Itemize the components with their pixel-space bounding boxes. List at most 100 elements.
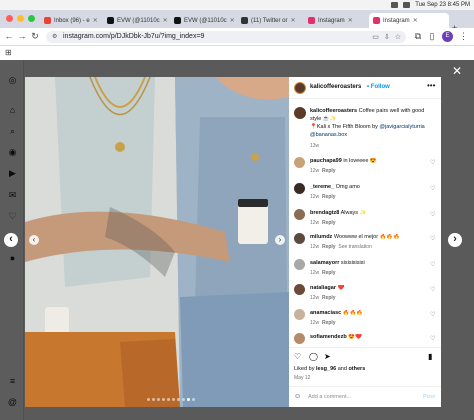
like-heart-icon[interactable]: ♡: [294, 352, 301, 361]
more-options-icon[interactable]: •••: [427, 81, 435, 90]
sidebar-toggle-icon[interactable]: ▯: [427, 31, 437, 42]
extensions-icon[interactable]: ⧉: [413, 31, 423, 42]
url-text[interactable]: instagram.com/p/DJkDbk-Jb7u/?img_index=9: [63, 33, 204, 40]
close-tab-icon[interactable]: ✕: [163, 17, 168, 24]
wifi-icon[interactable]: [391, 2, 399, 8]
comment-like-icon[interactable]: ♡: [430, 335, 435, 342]
caption-mention[interactable]: @javigarcialyturria: [379, 124, 424, 130]
comment-like-icon[interactable]: ♡: [430, 286, 435, 293]
close-tab-icon[interactable]: ✕: [348, 17, 353, 24]
address-bar[interactable]: ⚙ instagram.com/p/DJkDbk-Jb7u/?img_index…: [46, 31, 406, 43]
reply-button[interactable]: Reply: [322, 194, 336, 200]
close-tab-icon[interactable]: ✕: [230, 17, 235, 24]
commenter-avatar[interactable]: [294, 284, 305, 295]
apps-grid-icon[interactable]: ⊞: [5, 48, 12, 57]
liked-by-and: and: [336, 366, 349, 372]
reply-button[interactable]: Reply: [322, 320, 336, 326]
comment-time[interactable]: 12w: [310, 244, 319, 250]
comment-time[interactable]: 12w: [310, 270, 319, 276]
close-tab-icon[interactable]: ✕: [413, 17, 418, 24]
commenter-avatar[interactable]: [294, 309, 305, 320]
next-post-arrow-icon[interactable]: ›: [448, 233, 462, 247]
browser-tab[interactable]: Inbox (96) - e ✕: [40, 13, 102, 28]
commenter-username[interactable]: milumdz: [310, 234, 332, 240]
emoji-icon[interactable]: ☺: [294, 393, 301, 400]
caption-username[interactable]: kalicoffeeroasters: [310, 108, 357, 114]
site-info-icon[interactable]: ⚙: [52, 33, 57, 40]
previous-image-icon[interactable]: ‹: [29, 235, 39, 245]
comment-like-icon[interactable]: ♡: [430, 185, 435, 192]
post-comment-button[interactable]: Post: [423, 394, 435, 400]
forward-icon[interactable]: →: [17, 31, 27, 42]
menubar-datetime[interactable]: Tue Sep 23 8:45 PM: [415, 2, 470, 8]
battery-icon[interactable]: [403, 2, 411, 8]
commenter-avatar[interactable]: [294, 157, 305, 168]
commenter-username[interactable]: anamaciasc: [310, 310, 341, 316]
comment-like-icon[interactable]: ♡: [430, 211, 435, 218]
next-image-icon[interactable]: ›: [275, 235, 285, 245]
close-modal-icon[interactable]: ✕: [452, 64, 462, 78]
close-tab-icon[interactable]: ✕: [290, 17, 295, 24]
commenter-username[interactable]: brendagtz8: [310, 210, 339, 216]
minimize-window-button[interactable]: [17, 15, 24, 22]
commenter-avatar[interactable]: [294, 333, 305, 344]
bookmark-star-icon[interactable]: ☆: [395, 33, 401, 41]
caption-avatar[interactable]: [294, 107, 306, 119]
previous-post-arrow-icon[interactable]: ‹: [4, 233, 18, 247]
cast-icon[interactable]: ▭: [372, 33, 379, 41]
caption-mention[interactable]: @bananas.box: [310, 132, 347, 138]
share-icon[interactable]: ➤: [324, 352, 331, 361]
zoom-window-button[interactable]: [28, 15, 35, 22]
reply-button[interactable]: Reply: [322, 220, 336, 226]
comment-like-icon[interactable]: ♡: [430, 311, 435, 318]
see-translation-link[interactable]: See translation: [338, 244, 371, 250]
reload-icon[interactable]: ↻: [30, 31, 40, 42]
browser-tab[interactable]: EVW (@11010c ✕: [103, 13, 169, 28]
commenter-avatar[interactable]: [294, 233, 305, 244]
comment-text: brendagtz8 Always ✨: [310, 210, 420, 216]
browser-tab[interactable]: Instagram ✕: [304, 13, 368, 28]
comment-time[interactable]: 12w: [310, 295, 319, 301]
post-image[interactable]: ‹ ›: [25, 77, 289, 407]
reply-button[interactable]: Reply: [322, 244, 336, 250]
comment-like-icon[interactable]: ♡: [430, 261, 435, 268]
commenter-username[interactable]: nataliagar: [310, 285, 336, 291]
save-bookmark-icon[interactable]: ▮: [428, 352, 432, 361]
liked-by-user[interactable]: lesg_96: [316, 366, 336, 372]
comment-time[interactable]: 12w: [310, 220, 319, 226]
browser-menu-icon[interactable]: ⋮: [459, 31, 468, 42]
caption-time[interactable]: 13w: [310, 143, 319, 149]
author-avatar[interactable]: [294, 82, 306, 94]
commenter-username[interactable]: _tereme_: [310, 184, 334, 190]
profile-avatar[interactable]: E: [442, 31, 453, 42]
browser-tab-active[interactable]: Instagram ✕: [369, 13, 449, 28]
close-tab-icon[interactable]: ✕: [93, 17, 98, 24]
commenter-avatar[interactable]: [294, 183, 305, 194]
comment-like-icon[interactable]: ♡: [430, 235, 435, 242]
close-window-button[interactable]: [6, 15, 13, 22]
back-icon[interactable]: ←: [4, 31, 14, 42]
browser-tab[interactable]: EVW (@11010c ✕: [170, 13, 236, 28]
follow-button[interactable]: • Follow: [367, 84, 390, 90]
liked-by-others[interactable]: others: [348, 366, 365, 372]
reply-button[interactable]: Reply: [322, 168, 336, 174]
comment-time[interactable]: 12w: [310, 194, 319, 200]
comment-input[interactable]: Add a comment...: [308, 394, 351, 400]
commenter-avatar[interactable]: [294, 259, 305, 270]
download-icon[interactable]: ⇩: [384, 33, 390, 41]
comment-icon[interactable]: ◯: [309, 352, 318, 361]
comment-like-icon[interactable]: ♡: [430, 159, 435, 166]
comment-body: Woowww el mejor 🔥🔥🔥: [333, 234, 401, 240]
commenter-avatar[interactable]: [294, 209, 305, 220]
post-date[interactable]: May 12: [294, 375, 310, 381]
reply-button[interactable]: Reply: [322, 270, 336, 276]
reply-button[interactable]: Reply: [322, 295, 336, 301]
browser-toolbar: ← → ↻ ⚙ instagram.com/p/DJkDbk-Jb7u/?img…: [0, 28, 474, 46]
commenter-username[interactable]: salamayorr: [310, 260, 339, 266]
comment-time[interactable]: 12w: [310, 168, 319, 174]
comment-time[interactable]: 12w: [310, 320, 319, 326]
author-username[interactable]: kalicoffeeroasters: [310, 84, 361, 90]
browser-tab[interactable]: (11) Twitter or ✕: [237, 13, 303, 28]
commenter-username[interactable]: sofiamendezb: [310, 334, 347, 340]
commenter-username[interactable]: pauchapa99: [310, 158, 342, 164]
